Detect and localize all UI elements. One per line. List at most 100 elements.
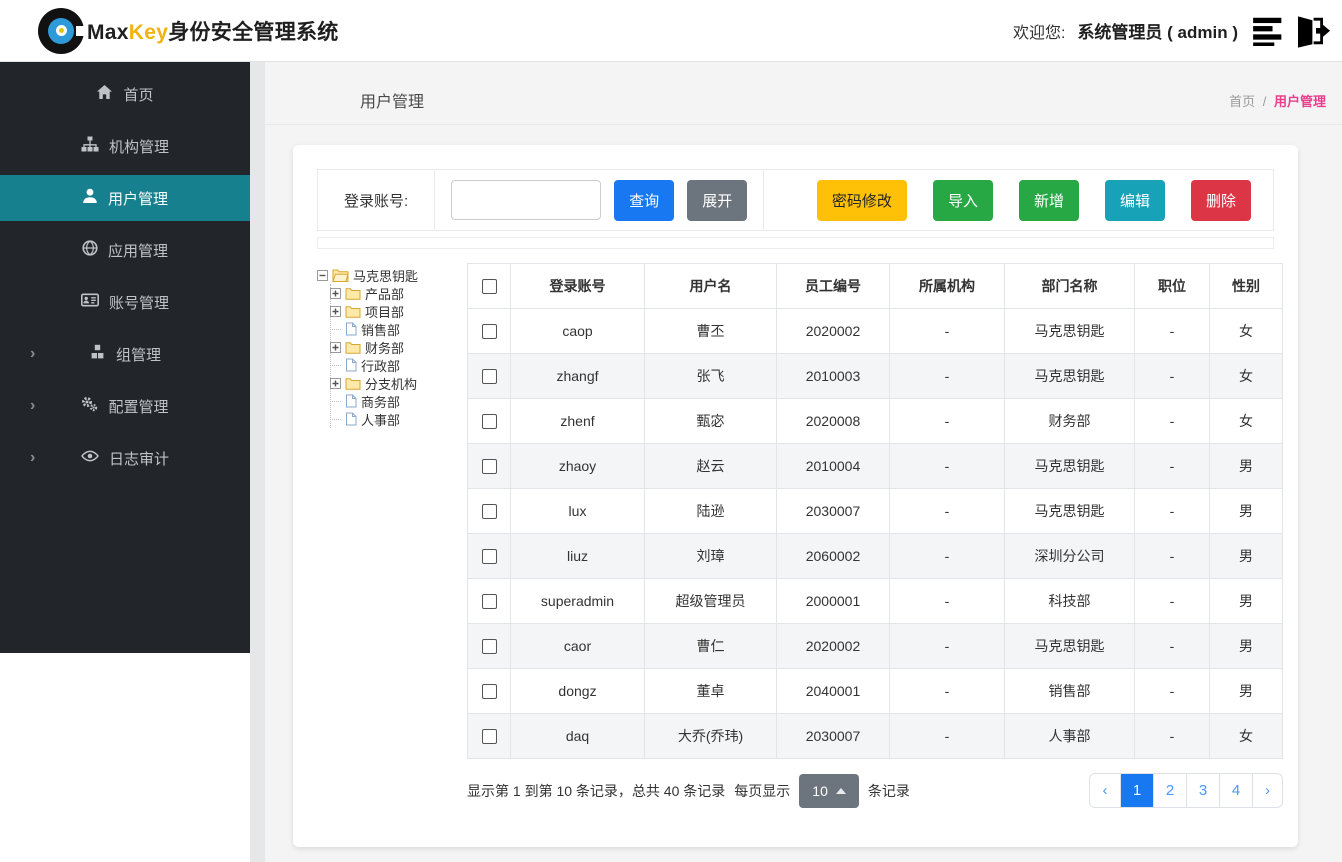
row-select-cell [467,533,511,579]
login-account-input[interactable] [451,180,602,220]
sidebar-item-label: 用户管理 [107,190,168,208]
page-button-4[interactable]: 4 [1219,774,1252,807]
column-header-dept: 部门名称 [1004,263,1135,309]
import-button[interactable]: 导入 [932,179,993,221]
current-user-label: 系统管理员 ( admin ) [1077,23,1238,42]
query-button[interactable]: 查询 [614,179,675,221]
table-row[interactable]: caor 曹仁 2020002 - 马克思钥匙 - 男 [467,623,1283,669]
select-all-cell [467,263,511,309]
table-row[interactable]: lux 陆逊 2030007 - 马克思钥匙 - 男 [467,488,1283,534]
next-page-button[interactable]: › [1252,774,1282,807]
sidebar-item-config[interactable]: › 配置管理 [0,383,250,429]
previous-page-button[interactable]: ‹ [1090,774,1120,807]
expand-toggle-icon[interactable] [330,305,341,317]
cell-dept: 科技部 [1004,578,1135,624]
row-checkbox[interactable] [481,504,497,520]
table-row[interactable]: zhenf 甄宓 2020008 - 财务部 - 女 [467,398,1283,444]
cell-username: 超级管理员 [644,578,777,624]
folder-open-icon [332,268,349,282]
collapse-toggle-icon[interactable] [317,269,328,281]
row-checkbox[interactable] [481,459,497,475]
change-password-button[interactable]: 密码修改 [816,179,907,221]
sidebar-item-accounts[interactable]: 账号管理 [0,279,250,325]
cell-login: superadmin [510,578,645,624]
row-select-cell [467,488,511,534]
sidebar-item-home[interactable]: 首页 [0,71,250,117]
cell-empno: 2040001 [776,668,890,714]
tree-node[interactable]: 项目部 [330,302,467,320]
column-header-username: 用户名 [644,263,777,309]
cell-gender: 男 [1209,623,1283,669]
sidebar-item-apps[interactable]: 应用管理 [0,227,250,273]
logout-icon[interactable] [1292,13,1332,49]
table-row[interactable]: zhangf 张飞 2010003 - 马克思钥匙 - 女 [467,353,1283,399]
tree-node-label: 财务部 [365,340,405,356]
cell-position: - [1134,623,1210,669]
top-bar-right: 欢迎您: 系统管理员 ( admin ) [1013,13,1332,49]
add-button[interactable]: 新增 [1018,179,1079,221]
home-icon [96,84,113,104]
tree-guide-line [330,364,341,366]
table-row[interactable]: liuz 刘璋 2060002 - 深圳分公司 - 男 [467,533,1283,579]
tree-node[interactable]: 销售部 [330,320,467,338]
table-row[interactable]: superadmin 超级管理员 2000001 - 科技部 - 男 [467,578,1283,624]
tree-node[interactable]: 分支机构 [330,374,467,392]
cell-username: 张飞 [644,353,777,399]
tree-node[interactable]: 商务部 [330,392,467,410]
menu-list-icon[interactable] [1252,16,1286,46]
cell-empno: 2020008 [776,398,890,444]
expand-button[interactable]: 展开 [687,179,748,221]
sidebar-item-org[interactable]: 机构管理 [0,123,250,169]
cell-org: - [889,713,1005,759]
breadcrumb-home-link[interactable]: 首页 [1229,94,1255,109]
delete-button[interactable]: 删除 [1190,179,1251,221]
table-row[interactable]: zhaoy 赵云 2010004 - 马克思钥匙 - 男 [467,443,1283,489]
breadcrumb-separator: / [1262,93,1267,109]
cell-org: - [889,398,1005,444]
row-checkbox[interactable] [481,549,497,565]
sidebar-item-users[interactable]: 用户管理 [0,175,250,221]
tree-node[interactable]: 行政部 [330,356,467,374]
tree-node-label: 马克思钥匙 [353,268,419,284]
row-checkbox[interactable] [481,729,497,745]
row-checkbox[interactable] [481,414,497,430]
tree-guide-line [330,418,341,420]
expand-toggle-icon[interactable] [330,287,341,299]
page-button-2[interactable]: 2 [1153,774,1186,807]
tree-node[interactable]: 财务部 [330,338,467,356]
table-row[interactable]: dongz 董卓 2040001 - 销售部 - 男 [467,668,1283,714]
edit-button[interactable]: 编辑 [1104,179,1165,221]
sidebar-item-label: 机构管理 [108,138,169,156]
table-row[interactable]: caop 曹丕 2020002 - 马克思钥匙 - 女 [467,308,1283,354]
row-select-cell [467,398,511,444]
select-all-checkbox[interactable] [481,279,497,295]
row-checkbox[interactable] [481,639,497,655]
cell-login: zhenf [510,398,645,444]
cell-gender: 男 [1209,488,1283,534]
row-checkbox[interactable] [481,594,497,610]
brand: MaxKey身份安全管理系统 [38,7,339,54]
breadcrumb: 首页 / 用户管理 [1229,91,1326,110]
login-account-label: 登录账号: [318,170,436,230]
file-icon [345,358,357,372]
expand-toggle-icon[interactable] [330,341,341,353]
collapsed-panel [317,237,1274,249]
pagination-pages: ‹ 1 2 3 4 › [1089,773,1283,808]
sidebar-item-groups[interactable]: › 组管理 [0,331,250,377]
tree-node[interactable]: 人事部 [330,410,467,428]
tree-node-root[interactable]: 马克思钥匙 [317,266,467,284]
row-checkbox[interactable] [481,684,497,700]
page-button-1[interactable]: 1 [1120,774,1153,807]
page-button-3[interactable]: 3 [1186,774,1219,807]
cell-org: - [889,623,1005,669]
row-checkbox[interactable] [481,369,497,385]
main-layout: 首页 机构管理 用户管理 应用管理 账号管理 › 组管理 › 配置管理 › 日志… [0,62,1342,862]
table-row[interactable]: daq 大乔(乔玮) 2030007 - 人事部 - 女 [467,713,1283,759]
expand-toggle-icon[interactable] [330,377,341,389]
sidebar-item-audit[interactable]: › 日志审计 [0,435,250,481]
page-size-select[interactable]: 10 [799,773,859,808]
cell-org: - [889,578,1005,624]
row-checkbox[interactable] [481,324,497,340]
tree-node[interactable]: 产品部 [330,284,467,302]
tree-node-label: 项目部 [365,304,405,320]
